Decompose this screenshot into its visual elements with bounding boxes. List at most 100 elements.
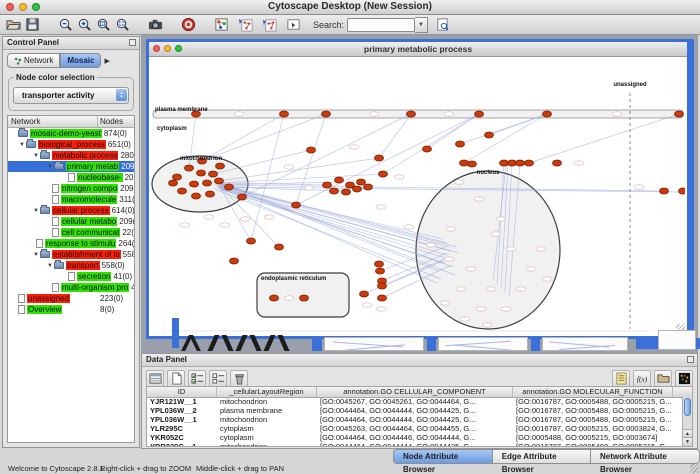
delete-attribute-trash-icon[interactable] bbox=[230, 370, 248, 387]
vizmapper-icon[interactable] bbox=[212, 16, 231, 34]
tab-network[interactable]: Network bbox=[7, 53, 60, 68]
network-node[interactable] bbox=[275, 244, 284, 250]
select-attributes-icon[interactable] bbox=[188, 370, 206, 387]
tree-row[interactable]: cell communicat22(0) bbox=[8, 227, 134, 238]
network-node[interactable] bbox=[270, 295, 279, 301]
network-node[interactable] bbox=[209, 171, 218, 177]
annotation-icon[interactable] bbox=[284, 16, 303, 34]
network-node[interactable] bbox=[468, 161, 477, 167]
network-node[interactable] bbox=[543, 111, 552, 117]
tree-row[interactable]: mosaic-demo-yeast874(0) bbox=[8, 128, 134, 139]
search-dropdown-icon[interactable]: ▼ bbox=[415, 17, 428, 33]
network-node[interactable] bbox=[423, 146, 432, 152]
table-row[interactable]: YPL036W__1mitochondrion[GO:0044464, GO:0… bbox=[147, 415, 682, 424]
tree-column-network[interactable]: Network bbox=[8, 116, 98, 127]
network-node[interactable] bbox=[169, 180, 178, 186]
tree-row[interactable]: nitrogen compo209(0) bbox=[8, 183, 134, 194]
tree-row[interactable]: macromolecule311(0) bbox=[8, 194, 134, 205]
node-color-dropdown[interactable]: transporter activity ▲▼ bbox=[13, 87, 129, 104]
tab-mosaic[interactable]: Mosaic bbox=[60, 53, 101, 68]
table-row[interactable]: YPL036W__2plasma membrane[GO:0044464, GO… bbox=[147, 406, 682, 415]
network-node[interactable] bbox=[230, 258, 239, 264]
plasma-membrane-region[interactable] bbox=[153, 110, 683, 118]
network-edge[interactable] bbox=[201, 114, 284, 161]
network-node[interactable] bbox=[192, 193, 201, 199]
network-node[interactable] bbox=[178, 188, 187, 194]
tree-row[interactable]: ▼transport558(0) bbox=[8, 260, 134, 271]
table-row[interactable]: YLR295Ccytoplasm[GO:0045263, GO:0044464,… bbox=[147, 424, 682, 433]
zoom-in-icon[interactable] bbox=[75, 16, 94, 34]
scrollbar-thumb[interactable] bbox=[684, 398, 691, 416]
network-node[interactable] bbox=[322, 111, 331, 117]
float-panel-icon[interactable] bbox=[129, 39, 136, 46]
unselect-attributes-icon[interactable] bbox=[209, 370, 227, 387]
tree-row[interactable]: nucleobase-209(0) bbox=[8, 172, 134, 183]
help-lifesaver-icon[interactable] bbox=[179, 16, 198, 34]
network-canvas[interactable]: plasma membrane cytoplasm mitochondrion … bbox=[149, 57, 685, 333]
window-resize-grip[interactable] bbox=[690, 464, 699, 473]
tree-row[interactable]: multi-organism pro42(0) bbox=[8, 282, 134, 293]
notes-icon[interactable] bbox=[612, 370, 630, 387]
network-node[interactable] bbox=[485, 132, 494, 138]
network-node[interactable] bbox=[378, 295, 387, 301]
network-node[interactable] bbox=[376, 268, 385, 274]
tree-row[interactable]: ▼establishment of lo558(0) bbox=[8, 249, 134, 260]
network-edge[interactable] bbox=[221, 185, 457, 247]
zoom-fit-icon[interactable] bbox=[94, 16, 113, 34]
column-header-id[interactable]: ID bbox=[147, 387, 217, 397]
network-edge[interactable] bbox=[219, 158, 379, 181]
table-scrollbar[interactable]: ▲ ▼ bbox=[682, 397, 692, 446]
zoom-out-icon[interactable] bbox=[56, 16, 75, 34]
advanced-search-icon[interactable] bbox=[433, 16, 452, 34]
expand-arrow-icon[interactable]: ▼ bbox=[32, 153, 40, 159]
network-node[interactable] bbox=[357, 179, 366, 185]
network-edge[interactable] bbox=[427, 114, 479, 149]
network-node[interactable] bbox=[225, 184, 234, 190]
network-node[interactable] bbox=[197, 170, 206, 176]
network-node[interactable] bbox=[675, 111, 684, 117]
network-node[interactable] bbox=[360, 291, 369, 297]
network-node[interactable] bbox=[353, 186, 362, 192]
expand-arrow-icon[interactable]: ▼ bbox=[18, 142, 26, 148]
float-panel-icon[interactable] bbox=[687, 356, 694, 363]
network-node[interactable] bbox=[300, 295, 309, 301]
network-node[interactable] bbox=[190, 181, 199, 187]
network-node[interactable] bbox=[330, 188, 339, 194]
network-edge[interactable] bbox=[296, 114, 326, 205]
new-attribute-icon[interactable] bbox=[167, 370, 185, 387]
network-node[interactable] bbox=[679, 188, 686, 194]
column-header-cellular-component[interactable]: annotation.GO CELLULAR_COMPONENT bbox=[317, 387, 513, 397]
tree-row[interactable]: cellular metabo209(0) bbox=[8, 216, 134, 227]
network-edge[interactable] bbox=[251, 114, 284, 241]
network-node[interactable] bbox=[364, 184, 373, 190]
tree-row[interactable]: ▼metabolic process280(0) bbox=[8, 150, 134, 161]
network-view-window[interactable]: primary metabolic process plasma membran… bbox=[146, 39, 694, 339]
tree-row[interactable]: Overview8(0) bbox=[8, 304, 134, 315]
tab-node-attribute-browser[interactable]: Node Attribute Browser bbox=[393, 449, 493, 464]
table-row[interactable]: YJR121W__1mitochondrion[GO:0045267, GO:0… bbox=[147, 397, 682, 406]
network-node[interactable] bbox=[292, 202, 301, 208]
network-node[interactable] bbox=[215, 178, 224, 184]
network-node[interactable] bbox=[553, 160, 562, 166]
network-view-titlebar[interactable]: primary metabolic process bbox=[149, 42, 687, 57]
attribute-table-icon[interactable] bbox=[146, 370, 164, 387]
network-node[interactable] bbox=[407, 111, 416, 117]
tree-row[interactable]: response to stimulu264(0) bbox=[8, 238, 134, 249]
expand-arrow-icon[interactable]: ▼ bbox=[32, 208, 40, 214]
scroll-down-icon[interactable]: ▼ bbox=[683, 437, 692, 446]
network-node[interactable] bbox=[335, 177, 344, 183]
network-node[interactable] bbox=[660, 188, 669, 194]
network-edge[interactable] bbox=[529, 114, 679, 163]
zoom-selected-icon[interactable] bbox=[113, 16, 132, 34]
network-node[interactable] bbox=[375, 155, 384, 161]
network-node[interactable] bbox=[307, 147, 316, 153]
search-input[interactable] bbox=[347, 18, 415, 32]
apply-layout-icon[interactable] bbox=[236, 16, 255, 34]
tree-row[interactable]: ▼cellular process614(0) bbox=[8, 205, 134, 216]
network-node[interactable] bbox=[280, 111, 289, 117]
network-node[interactable] bbox=[323, 182, 332, 188]
import-folder-icon[interactable] bbox=[654, 370, 672, 387]
column-header-region[interactable]: _cellularLayoutRegion bbox=[217, 387, 317, 397]
table-row[interactable]: YDR039C__1mitochondrion[GO:0044464, GO:0… bbox=[147, 442, 682, 446]
expand-arrow-icon[interactable]: ▼ bbox=[46, 263, 54, 269]
